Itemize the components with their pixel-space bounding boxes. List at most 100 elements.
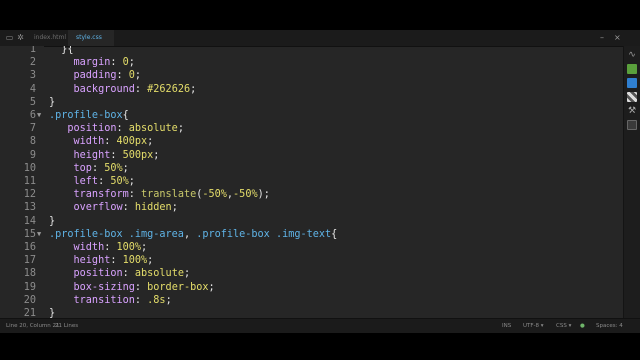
- code-token: {: [331, 228, 338, 240]
- line-number: 13: [23, 202, 36, 214]
- code-token: transform: [49, 189, 129, 201]
- line-number: 15: [23, 228, 36, 240]
- code-editor-window: ▭ ✲ index.html style.css – × 1 }{2 margi…: [0, 30, 640, 333]
- code-token: absolute: [134, 268, 184, 280]
- code-token: ;: [177, 123, 184, 135]
- line-number: 21: [23, 308, 36, 318]
- code-line[interactable]: 19 box-sizing: border-box;: [0, 281, 624, 294]
- code-line[interactable]: 1 }{: [0, 46, 624, 56]
- code-text: transition: .8s;: [49, 294, 172, 307]
- close-icon[interactable]: ×: [614, 33, 621, 42]
- line-number: 19: [23, 281, 36, 293]
- code-text: position: absolute;: [49, 122, 184, 135]
- code-token: :: [134, 294, 148, 306]
- code-token: absolute: [128, 123, 178, 135]
- code-token: -50%: [233, 189, 258, 201]
- code-token: width: [49, 242, 105, 253]
- live-preview-icon[interactable]: ∿: [627, 50, 637, 60]
- git-icon[interactable]: [627, 78, 637, 88]
- code-text: }: [49, 307, 55, 318]
- code-line[interactable]: 13 overflow: hidden;: [0, 201, 624, 214]
- code-token: position: [49, 268, 123, 280]
- code-token: ;: [171, 202, 178, 214]
- code-text: }: [49, 215, 55, 228]
- code-line[interactable]: 2 margin: 0;: [0, 56, 624, 69]
- code-token: 400px: [116, 136, 148, 148]
- insert-mode-indicator[interactable]: INS: [502, 319, 511, 333]
- lint-status-icon[interactable]: ●: [580, 319, 585, 333]
- code-text: height: 100%;: [49, 254, 154, 267]
- code-token: #262626: [147, 83, 191, 95]
- code-line[interactable]: 17 height: 100%;: [0, 254, 624, 267]
- code-token: height: [49, 255, 111, 267]
- encoding-label: UTF-8: [523, 323, 540, 329]
- code-token: :: [116, 123, 129, 135]
- tab-index-html[interactable]: index.html: [26, 30, 72, 46]
- code-token: height: [49, 149, 111, 161]
- line-number: 16: [23, 242, 36, 253]
- code-line[interactable]: 5}: [0, 96, 624, 109]
- code-line[interactable]: 18 position: absolute;: [0, 267, 624, 280]
- lines-count: 21 Lines: [55, 323, 79, 329]
- tab-label: index.html: [34, 34, 66, 41]
- settings-gear-icon[interactable]: ✲: [16, 33, 25, 42]
- linter-icon[interactable]: [627, 92, 637, 102]
- language-label: CSS: [556, 323, 567, 329]
- code-line[interactable]: 15 ▼ .profile-box .img-area, .profile-box …: [0, 228, 624, 241]
- code-text: width: 400px;: [49, 135, 154, 148]
- code-token: }{: [49, 46, 74, 55]
- encoding-selector[interactable]: UTF-8 ▾: [523, 319, 544, 333]
- code-token: }: [49, 308, 56, 318]
- code-line[interactable]: 10 top: 50%;: [0, 162, 624, 175]
- code-token: ;: [183, 268, 191, 280]
- beautify-icon[interactable]: [627, 120, 637, 130]
- right-toolbar: ∿ ⚒: [623, 46, 640, 318]
- code-token: ;: [147, 255, 154, 267]
- cursor-position: Line 20, Column 21: [6, 323, 60, 329]
- code-line[interactable]: 12 transform: translate(-50%,-50%);: [0, 188, 624, 201]
- code-line[interactable]: 7 position: absolute;: [0, 122, 624, 135]
- code-token: ;: [153, 149, 160, 161]
- code-token: }: [49, 96, 56, 108]
- minimize-icon[interactable]: –: [600, 33, 604, 42]
- code-text: overflow: hidden;: [49, 201, 178, 214]
- code-token: :: [110, 57, 123, 69]
- code-line[interactable]: 11 left: 50%;: [0, 175, 624, 188]
- tab-style-css[interactable]: style.css: [68, 30, 114, 46]
- language-selector[interactable]: CSS ▾: [556, 319, 571, 333]
- code-token: position: [49, 123, 117, 135]
- wrench-icon[interactable]: ⚒: [627, 106, 637, 116]
- code-token: transition: [49, 294, 135, 306]
- code-text: top: 50%;: [49, 162, 129, 175]
- line-number: 9: [29, 149, 36, 161]
- code-text: position: absolute;: [49, 267, 191, 280]
- code-line[interactable]: 14}: [0, 215, 624, 228]
- code-line[interactable]: 9 height: 500px;: [0, 149, 624, 162]
- code-token: 50%: [110, 176, 129, 187]
- code-token: ;: [147, 136, 154, 148]
- code-line[interactable]: 4 background: #262626;: [0, 83, 624, 96]
- line-number: 18: [23, 268, 36, 280]
- code-token: overflow: [49, 202, 123, 214]
- code-text: }{: [49, 46, 74, 56]
- code-token: ;: [141, 242, 148, 253]
- code-text: width: 100%;: [49, 241, 148, 254]
- indent-setting[interactable]: Spaces: 4: [596, 319, 623, 333]
- code-area[interactable]: 1 }{2 margin: 0; 3 padding: 0; 4 backgroun…: [0, 46, 624, 318]
- code-line[interactable]: 3 padding: 0;: [0, 69, 624, 82]
- fold-toggle-icon[interactable]: ▼: [37, 109, 41, 122]
- code-line[interactable]: 20 transition: .8s;: [0, 294, 624, 307]
- code-line[interactable]: 16 width: 100%;: [0, 241, 624, 254]
- code-token: .profile-box .img-area: [49, 228, 184, 240]
- code-line[interactable]: 21}: [0, 307, 624, 318]
- code-token: :: [98, 176, 111, 187]
- code-token: padding: [49, 70, 117, 82]
- code-line[interactable]: 8 width: 400px;: [0, 135, 624, 148]
- code-line[interactable]: 6 ▼ .profile-box{: [0, 109, 624, 122]
- fold-toggle-icon[interactable]: ▼: [37, 228, 41, 241]
- code-token: ;: [128, 176, 135, 187]
- extension-manager-icon[interactable]: [627, 64, 637, 74]
- code-token: top: [49, 162, 92, 174]
- split-view-icon[interactable]: ▭: [5, 33, 14, 42]
- line-number: 3: [29, 70, 36, 82]
